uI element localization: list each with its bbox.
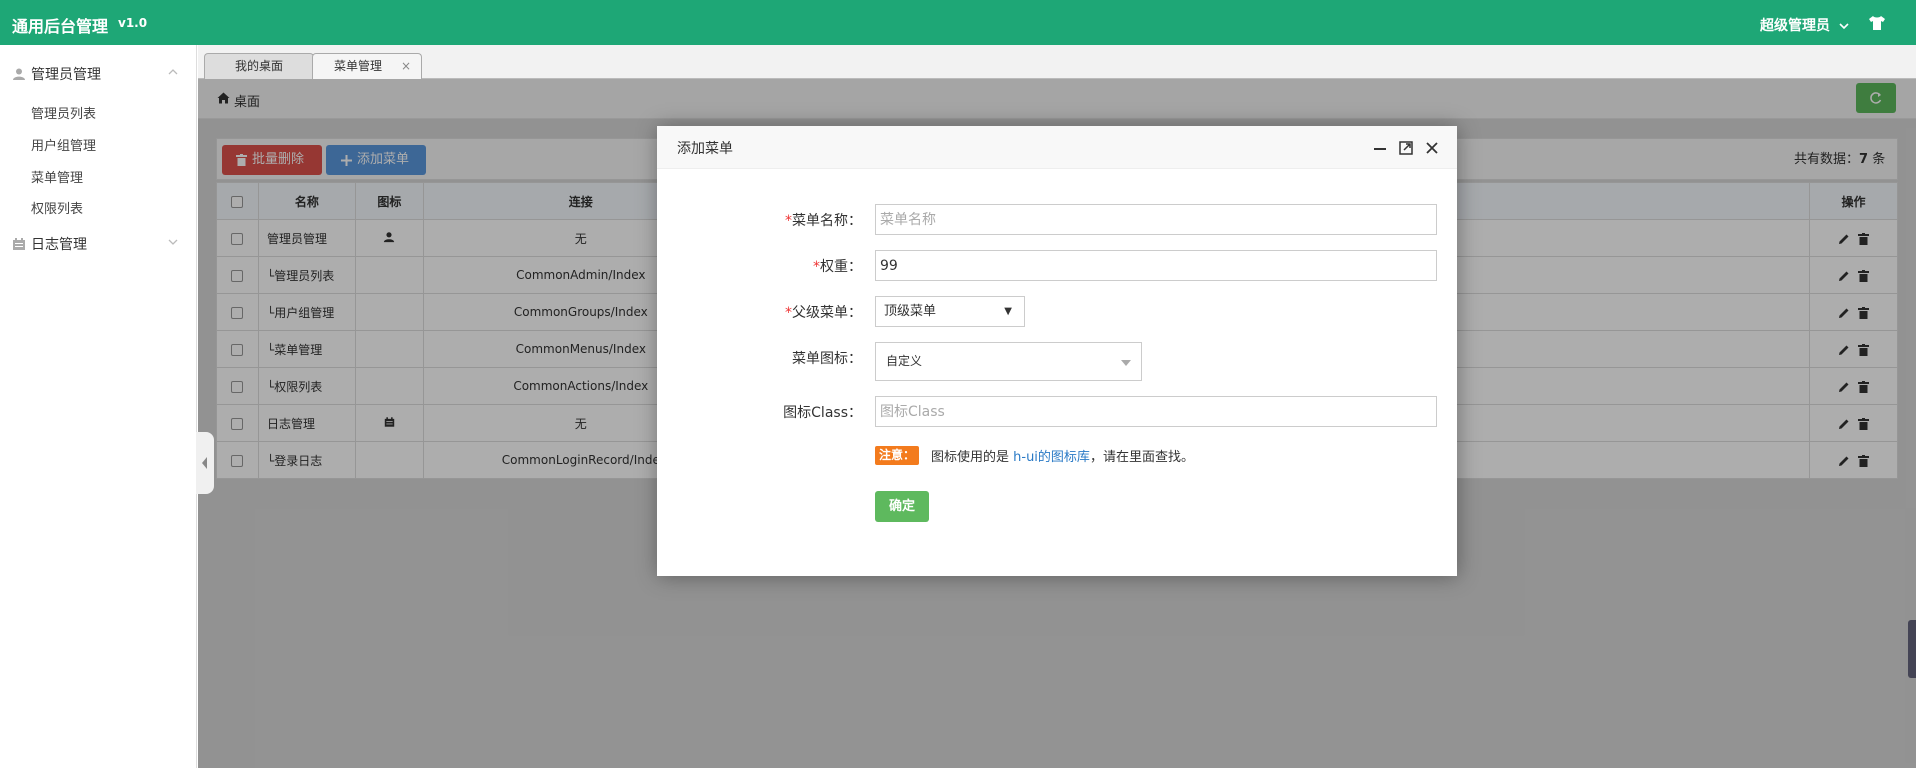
tab-menu-management[interactable]: 菜单管理 ×	[312, 53, 422, 79]
tab-label: 我的桌面	[234, 59, 283, 73]
sidebar-item-menus[interactable]: 菜单管理	[31, 167, 83, 186]
menu-icon-value: 自定义	[886, 354, 923, 368]
icon-class-label: 图标Class：	[783, 405, 862, 421]
sidebar: 管理员管理 管理员列表 用户组管理 菜单管理 权限列表 日志管理	[0, 45, 197, 768]
note-badge: 注意：	[875, 446, 919, 465]
maximize-icon[interactable]	[1398, 140, 1414, 156]
weight-label: *权重：	[813, 259, 862, 275]
icon-library-link[interactable]: h-ui的图标库	[1013, 450, 1090, 465]
app-title: 通用后台管理	[12, 17, 109, 36]
sidebar-group-label: 日志管理	[31, 237, 87, 253]
chevron-down-icon	[168, 239, 178, 245]
dialog-title: 添加菜单	[677, 141, 733, 157]
sidebar-toggle[interactable]	[196, 432, 214, 494]
app-version: v1.0	[118, 16, 148, 30]
tab-my-desktop[interactable]: 我的桌面	[204, 53, 314, 79]
note-text: 图标使用的是 h-ui的图标库，请在里面查找。	[931, 450, 1194, 465]
chevron-up-icon	[168, 69, 178, 75]
sidebar-item-user-groups[interactable]: 用户组管理	[31, 135, 96, 154]
caret-down-icon	[1121, 360, 1131, 366]
chevron-down-icon	[1839, 23, 1849, 30]
menu-name-label: *菜单名称：	[785, 213, 862, 229]
sidebar-group-log[interactable]: 日志管理	[0, 226, 197, 260]
sidebar-group-admin[interactable]: 管理员管理	[0, 56, 197, 90]
user-menu[interactable]: 超级管理员	[1760, 15, 1849, 35]
user-name: 超级管理员	[1760, 18, 1830, 34]
tab-close-icon[interactable]: ×	[401, 54, 411, 78]
tab-label: 菜单管理	[333, 59, 382, 73]
calendar-icon	[13, 238, 25, 250]
tab-bar: 我的桌面 菜单管理 ×	[198, 45, 1916, 79]
weight-input[interactable]	[875, 250, 1437, 281]
parent-menu-label: *父级菜单：	[785, 305, 862, 321]
user-icon	[13, 68, 25, 80]
skin-shirt-icon[interactable]	[1868, 15, 1886, 31]
minimize-icon[interactable]	[1372, 140, 1388, 156]
sidebar-group-label: 管理员管理	[31, 67, 101, 83]
top-bar: 通用后台管理 v1.0 超级管理员	[0, 0, 1916, 45]
icon-class-input[interactable]	[875, 396, 1437, 427]
parent-menu-select[interactable]: 顶级菜单 ▼	[875, 296, 1025, 327]
submit-button[interactable]: 确定	[875, 491, 929, 522]
dialog-header: 添加菜单	[657, 126, 1457, 169]
menu-name-input[interactable]	[875, 204, 1437, 235]
caret-down-icon: ▼	[1004, 306, 1012, 317]
sidebar-item-admin-list[interactable]: 管理员列表	[31, 103, 96, 122]
parent-menu-value: 顶级菜单	[884, 304, 937, 319]
sidebar-item-permissions[interactable]: 权限列表	[31, 198, 83, 217]
chevron-left-icon	[202, 457, 207, 469]
close-icon[interactable]	[1424, 140, 1440, 156]
right-edge-widget[interactable]	[1908, 620, 1916, 678]
add-menu-dialog: 添加菜单 *菜单名称： *权重： *父级菜单： 顶级菜单 ▼ 菜单图标： 自定义…	[657, 126, 1457, 576]
menu-icon-label: 菜单图标：	[792, 351, 862, 367]
menu-icon-select[interactable]: 自定义	[875, 342, 1142, 381]
